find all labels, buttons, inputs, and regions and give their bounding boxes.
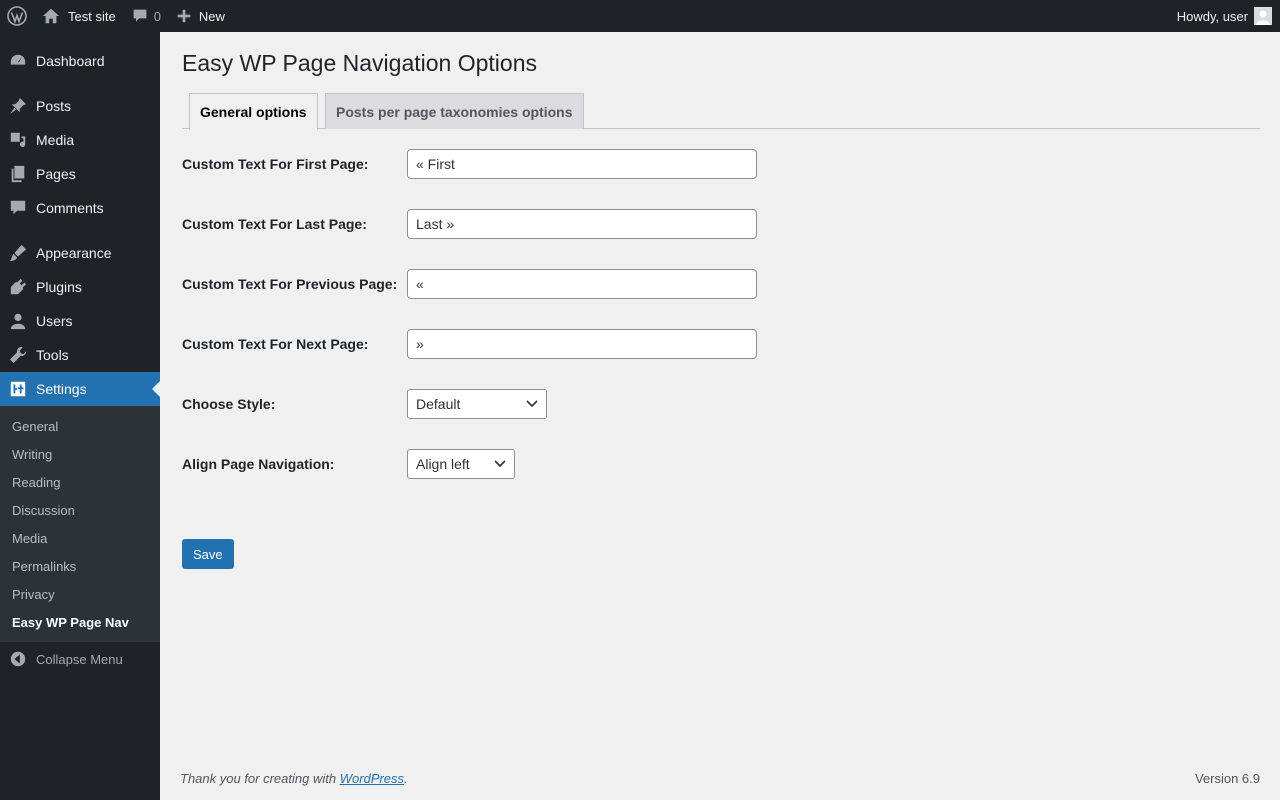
site-name-link[interactable]: Test site: [34, 0, 124, 32]
collapse-arrow-icon: [8, 649, 28, 669]
footer-thanks-prefix: Thank you for creating with: [180, 771, 340, 786]
comment-icon: [133, 9, 147, 22]
plus-icon: [177, 9, 191, 23]
form-row-align: Align Page Navigation: Align left: [182, 449, 882, 479]
menu-item-dashboard[interactable]: Dashboard: [0, 44, 160, 78]
next-page-text-input[interactable]: [407, 329, 757, 359]
site-name: Test site: [68, 8, 116, 24]
tab-general-options[interactable]: General options: [189, 93, 318, 130]
form-row-next: Custom Text For Next Page:: [182, 329, 882, 359]
new-content-link[interactable]: New: [169, 0, 233, 32]
menu-label: Dashboard: [36, 53, 105, 69]
dashboard-icon: [8, 51, 28, 71]
chevron-down-icon: [526, 400, 538, 408]
avatar: [1254, 7, 1272, 25]
menu-item-comments[interactable]: Comments: [0, 191, 160, 225]
form-row-first: Custom Text For First Page:: [182, 149, 882, 179]
menu-label: Media: [36, 132, 75, 148]
collapse-menu-button[interactable]: Collapse Menu: [0, 642, 160, 676]
last-page-text-input[interactable]: [407, 209, 757, 239]
comments-count: 0: [153, 8, 161, 24]
new-label: New: [198, 8, 225, 24]
choose-style-value: Default: [416, 396, 461, 412]
menu-label: Comments: [36, 200, 104, 216]
wordpress-link[interactable]: WordPress: [340, 771, 404, 786]
form-row-style: Choose Style: Default: [182, 389, 882, 419]
comment-icon: [8, 198, 28, 218]
menu-label: Plugins: [36, 279, 82, 295]
admin-menu: Dashboard Posts Media Pages Comments App…: [0, 32, 160, 800]
save-button[interactable]: Save: [182, 539, 234, 569]
menu-label: Posts: [36, 98, 72, 114]
admin-bar: Test site 0 New Howdy, user: [0, 0, 1280, 32]
footer-thanks: Thank you for creating with WordPress.: [180, 771, 408, 786]
howdy-text: Howdy, user: [1176, 8, 1248, 24]
comments-link[interactable]: 0: [124, 0, 169, 32]
submenu-item-discussion[interactable]: Discussion: [0, 496, 160, 524]
first-page-label: Custom Text For First Page:: [182, 156, 369, 172]
menu-item-appearance[interactable]: Appearance: [0, 236, 160, 270]
pages-icon: [8, 164, 28, 184]
wrench-icon: [8, 345, 28, 365]
submenu-item-general[interactable]: General: [0, 412, 160, 440]
menu-label: Appearance: [36, 245, 112, 261]
form-row-previous: Custom Text For Previous Page:: [182, 269, 882, 299]
previous-page-label: Custom Text For Previous Page:: [182, 276, 398, 292]
menu-item-media[interactable]: Media: [0, 123, 160, 157]
page-title: Easy WP Page Navigation Options: [182, 50, 537, 76]
submenu-item-reading[interactable]: Reading: [0, 468, 160, 496]
choose-style-select[interactable]: Default: [407, 389, 547, 419]
menu-item-settings[interactable]: Settings: [0, 372, 160, 406]
next-page-label: Custom Text For Next Page:: [182, 336, 369, 352]
brush-icon: [8, 243, 28, 263]
users-icon: [8, 311, 28, 331]
menu-item-users[interactable]: Users: [0, 304, 160, 338]
menu-item-pages[interactable]: Pages: [0, 157, 160, 191]
submenu-item-easy-wp-page-nav[interactable]: Easy WP Page Nav: [0, 608, 160, 636]
submenu-item-writing[interactable]: Writing: [0, 440, 160, 468]
collapse-label: Collapse Menu: [36, 651, 123, 667]
wordpress-logo-button[interactable]: [0, 0, 34, 32]
tab-posts-per-page-taxonomies[interactable]: Posts per page taxonomies options: [325, 93, 584, 129]
align-navigation-select[interactable]: Align left: [407, 449, 515, 479]
settings-icon: [8, 379, 28, 399]
footer-version: Version 6.9: [1194, 771, 1260, 786]
last-page-label: Custom Text For Last Page:: [182, 216, 367, 232]
menu-item-posts[interactable]: Posts: [0, 89, 160, 123]
menu-label: Settings: [36, 381, 87, 397]
wordpress-logo-icon: [7, 6, 27, 26]
my-account-link[interactable]: Howdy, user: [1169, 0, 1280, 32]
media-icon: [8, 130, 28, 150]
menu-label: Pages: [36, 166, 76, 182]
menu-label: Users: [36, 313, 73, 329]
submenu-item-privacy[interactable]: Privacy: [0, 580, 160, 608]
form-row-last: Custom Text For Last Page:: [182, 209, 882, 239]
home-icon: [42, 8, 60, 24]
plugin-icon: [8, 277, 28, 297]
nav-tabs: General options Posts per page taxonomie…: [182, 92, 1260, 130]
footer-thanks-suffix: .: [404, 771, 408, 786]
user-avatar-icon: [1256, 10, 1270, 25]
align-navigation-label: Align Page Navigation:: [182, 456, 335, 472]
chevron-down-icon: [494, 460, 506, 468]
pushpin-icon: [8, 96, 28, 116]
menu-item-tools[interactable]: Tools: [0, 338, 160, 372]
submenu-item-media[interactable]: Media: [0, 524, 160, 552]
menu-item-plugins[interactable]: Plugins: [0, 270, 160, 304]
settings-submenu: General Writing Reading Discussion Media…: [0, 406, 160, 642]
previous-page-text-input[interactable]: [407, 269, 757, 299]
choose-style-label: Choose Style:: [182, 396, 276, 412]
main-content: Easy WP Page Navigation Options General …: [160, 32, 1280, 800]
menu-label: Tools: [36, 347, 69, 363]
align-navigation-value: Align left: [416, 456, 470, 472]
first-page-text-input[interactable]: [407, 149, 757, 179]
submenu-item-permalinks[interactable]: Permalinks: [0, 552, 160, 580]
